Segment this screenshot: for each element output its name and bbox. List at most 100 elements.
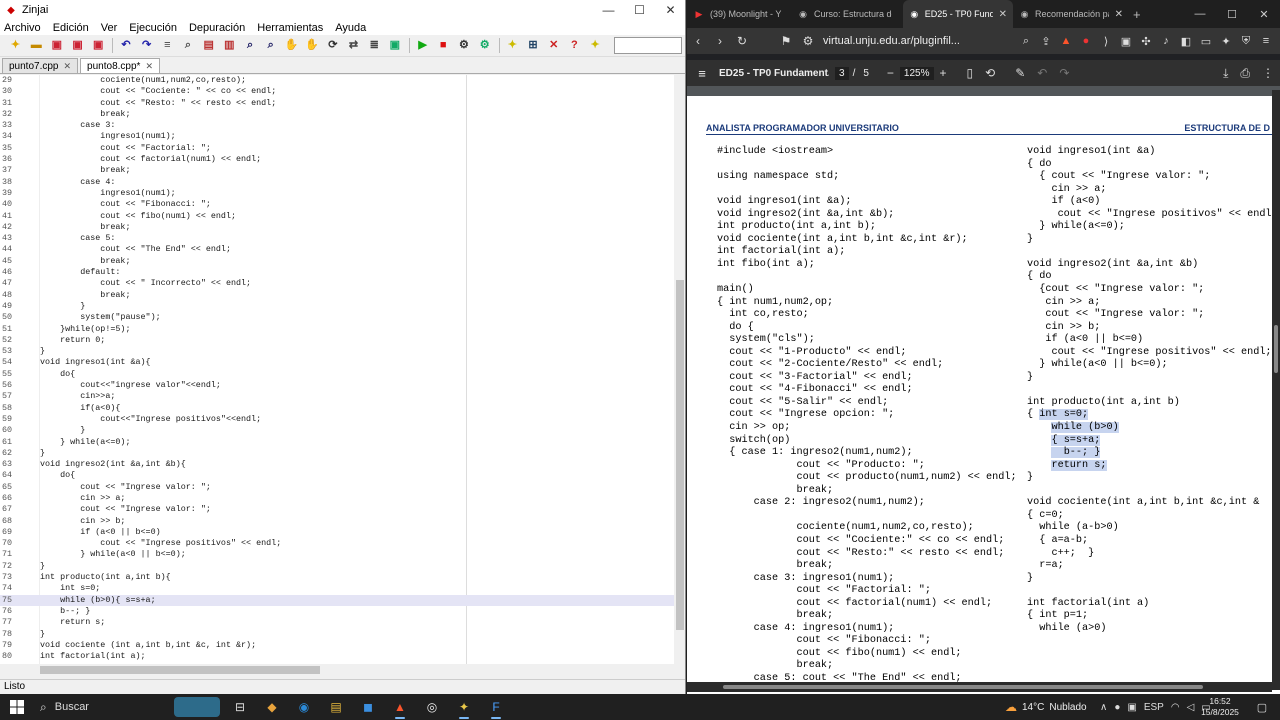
volume-icon[interactable]: ◁ [1187, 702, 1195, 713]
tray-app-icon[interactable]: ▣ [1127, 702, 1136, 713]
toolbar-button-19[interactable]: ▣ [385, 37, 404, 54]
zoom-in-icon[interactable]: + [940, 66, 947, 80]
toolbar-button-2[interactable]: ▬ [27, 37, 46, 54]
toolbar-button-7[interactable]: ↷ [137, 37, 156, 54]
outlook-icon[interactable]: ◼ [352, 694, 384, 720]
vpn-icon[interactable]: ⛨ [1236, 30, 1256, 52]
toolbar-button-25[interactable]: ⊞ [524, 37, 543, 54]
download-icon[interactable]: ⤓ [1223, 66, 1228, 81]
close-icon[interactable]: ✕ [64, 61, 72, 72]
pdf-horizontal-scrollbar[interactable] [687, 682, 1272, 692]
wifi-icon[interactable]: ◠ [1171, 702, 1180, 713]
menu-herramientas[interactable]: Herramientas [257, 22, 323, 34]
toolbar-button-4[interactable]: ▣ [68, 37, 87, 54]
extensions-icon[interactable]: ▣ [1116, 30, 1136, 52]
toolbar-button-13[interactable]: ⌕ [261, 37, 280, 54]
menu-ver[interactable]: Ver [101, 22, 118, 34]
toolbar-button-6[interactable]: ↶ [116, 37, 135, 54]
media-icon[interactable]: ♪ [1156, 30, 1176, 52]
browser-tab-curso[interactable]: ◉ Curso: Estructura de D [791, 0, 903, 28]
toolbar-button-20[interactable]: ▶ [413, 37, 432, 54]
browser-tab-youtube[interactable]: ▶ (39) Moonlight - Y [687, 0, 791, 28]
scroll-thumb[interactable] [40, 666, 320, 674]
scroll-thumb[interactable] [1274, 325, 1278, 373]
chevron-up-icon[interactable]: ∧ [1100, 702, 1107, 713]
toolbar-button-9[interactable]: ⌕ [179, 37, 198, 54]
toolbar-button-21[interactable]: ■ [434, 37, 453, 54]
pdf-menu-icon[interactable]: ≡ [687, 66, 717, 81]
puzzle-icon[interactable]: ✣ [1136, 30, 1156, 52]
undo-icon[interactable]: ↶ [1037, 66, 1047, 80]
zinjai-taskbar-icon[interactable]: ✦ [448, 694, 480, 720]
menu-edicion[interactable]: Edición [53, 22, 89, 34]
share-icon[interactable]: ⇪ [1036, 30, 1056, 52]
windows-start-button[interactable] [0, 694, 34, 720]
page-number-input[interactable]: 3 [835, 66, 849, 80]
menu-icon[interactable]: ≡ [1256, 30, 1276, 52]
pseint-icon[interactable]: F [480, 694, 512, 720]
toolbar-button-10[interactable]: ▤ [199, 37, 218, 54]
toolbar-button-16[interactable]: ⟳ [323, 37, 342, 54]
menu-archivo[interactable]: Archivo [4, 22, 41, 34]
tab-punto8[interactable]: punto8.cpp* ✕ [80, 58, 160, 73]
browser-tab-ed25[interactable]: ◉ ED25 - TP0 Funda ✕ [903, 0, 1013, 28]
code-editor[interactable]: 29 cociente(num1,num2,co,resto); 30 cout … [0, 75, 674, 664]
pdf-viewport[interactable]: ANALISTA PROGRAMADOR UNIVERSITARIO ESTRU… [687, 86, 1280, 694]
toolbar-button-12[interactable]: ⌕ [241, 37, 260, 54]
fit-page-icon[interactable]: ▯ [967, 66, 974, 80]
toolbar-button-5[interactable]: ▣ [89, 37, 108, 54]
editor-vertical-scrollbar[interactable] [674, 75, 685, 664]
maximize-button[interactable]: ☐ [624, 0, 655, 20]
brave-icon[interactable]: ▲ [384, 694, 416, 720]
toolbar-search-input[interactable] [614, 37, 682, 54]
toolbar-button-14[interactable]: ✋ [282, 37, 301, 54]
zoom-level[interactable]: 125% [899, 66, 934, 80]
microphone-icon[interactable]: ● [1114, 702, 1120, 713]
translate-icon[interactable]: ⟩ [1096, 30, 1116, 52]
browser-tab-recomendacion[interactable]: ◉ Recomendación pasti ✕ [1013, 0, 1129, 28]
scroll-thumb[interactable] [723, 685, 1203, 689]
minimize-button[interactable]: — [593, 0, 624, 20]
zinjai-titlebar[interactable]: ◆ Zinjai — ☐ ✕ [0, 0, 685, 20]
print-icon[interactable]: ⎙ [1240, 66, 1250, 81]
toolbar-button-27[interactable]: ? [565, 37, 584, 54]
site-settings-icon[interactable]: ⚙ [797, 30, 819, 52]
wallet-icon[interactable]: ▭ [1196, 30, 1216, 52]
editor-horizontal-scrollbar[interactable] [0, 664, 674, 676]
toolbar-button-3[interactable]: ▣ [47, 37, 66, 54]
zoom-out-icon[interactable]: − [887, 66, 894, 80]
scroll-thumb[interactable] [676, 280, 684, 630]
toolbar-button-11[interactable]: ▥ [220, 37, 239, 54]
zoom-icon[interactable]: ⌕ [1016, 30, 1036, 52]
toolbar-button-18[interactable]: ≣ [365, 37, 384, 54]
close-tab-icon[interactable]: ✕ [1115, 9, 1123, 20]
minimize-button[interactable]: — [1184, 0, 1216, 28]
taskbar-search[interactable]: ⌕ Buscar [34, 694, 224, 720]
draw-icon[interactable]: ✎ [1015, 66, 1025, 80]
new-tab-button[interactable]: + [1133, 7, 1141, 22]
toolbar-button-26[interactable]: ✕ [544, 37, 563, 54]
toolbar-button-22[interactable]: ⚙ [454, 37, 473, 54]
menu-ayuda[interactable]: Ayuda [335, 22, 366, 34]
chatgpt-icon[interactable]: ◎ [416, 694, 448, 720]
rewards-icon[interactable]: ● [1076, 30, 1096, 52]
close-button[interactable]: ✕ [1248, 0, 1280, 28]
toolbar-button-24[interactable]: ✦ [503, 37, 522, 54]
close-icon[interactable]: ✕ [145, 61, 153, 72]
edge-icon[interactable]: ◉ [288, 694, 320, 720]
toolbar-button-23[interactable]: ⚙ [475, 37, 494, 54]
toolbar-button-17[interactable]: ⇄ [344, 37, 363, 54]
file-explorer-icon[interactable]: ▤ [320, 694, 352, 720]
menu-depuracion[interactable]: Depuración [189, 22, 245, 34]
clock[interactable]: 16:52 15/8/2025 [1200, 696, 1240, 718]
brave-shield-icon[interactable]: ▲ [1056, 30, 1076, 52]
address-bar[interactable]: virtual.unju.edu.ar/pluginfil... [823, 35, 960, 47]
task-view-icon[interactable]: ⊟ [224, 694, 256, 720]
toolbar-button-1[interactable]: ✦ [6, 37, 25, 54]
back-icon[interactable]: ‹ [687, 30, 709, 52]
notification-icon[interactable]: ▢ [1250, 694, 1274, 720]
menu-ejecucion[interactable]: Ejecución [129, 22, 177, 34]
close-button[interactable]: ✕ [655, 0, 685, 20]
reload-icon[interactable]: ↻ [731, 30, 753, 52]
pdf-vertical-scrollbar[interactable] [1272, 90, 1280, 690]
